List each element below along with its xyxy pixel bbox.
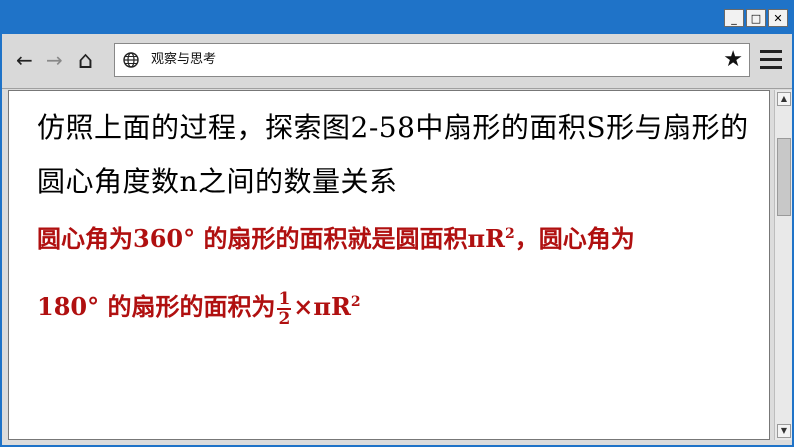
window-controls: _ □ ✕ (724, 9, 788, 27)
title-bar[interactable]: _ □ ✕ (2, 2, 792, 34)
question-line-1: 仿照上面的过程，探索图2-58中扇形的面积S形与扇形的 (37, 111, 749, 144)
answer-text-tail: ，圆心角为 (514, 224, 635, 253)
scroll-up-icon[interactable]: ▲ (777, 92, 791, 106)
back-arrow-icon[interactable]: ← (16, 48, 33, 72)
globe-icon (123, 52, 139, 68)
superscript: 2 (504, 226, 515, 242)
star-icon[interactable]: ★ (723, 47, 743, 73)
question-line-2: 圆心角度数n之间的数量关系 (37, 165, 398, 198)
fraction-numerator: 1 (277, 288, 292, 310)
vertical-scrollbar[interactable]: ▲ ▼ (774, 90, 792, 440)
menu-bar (760, 58, 782, 61)
answer-line-1: 圆心角为360° 的扇形的面积就是圆面积πR2，圆心角为 (37, 219, 761, 254)
scroll-thumb[interactable] (777, 138, 791, 216)
browser-toolbar: ← → ⌂ 观察与思考 ★ (2, 34, 792, 89)
forward-arrow-icon[interactable]: → (46, 48, 63, 72)
scroll-down-icon[interactable]: ▼ (777, 424, 791, 438)
hamburger-menu-icon[interactable] (760, 50, 782, 70)
close-button[interactable]: ✕ (768, 9, 788, 27)
url-text[interactable]: 观察与思考 (151, 52, 216, 68)
superscript: 2 (350, 294, 361, 310)
browser-window: _ □ ✕ ← → ⌂ 观察与思考 ★ 仿照上面的过程，探索图2-58中扇形的面… (0, 0, 794, 447)
maximize-button[interactable]: □ (746, 9, 766, 27)
minimize-button[interactable]: _ (724, 9, 744, 27)
fraction-denominator: 2 (278, 308, 291, 329)
home-icon[interactable]: ⌂ (78, 48, 93, 72)
menu-bar (760, 50, 782, 53)
address-bar[interactable]: 观察与思考 ★ (114, 43, 750, 77)
answer-text: 圆心角为360° 的扇形的面积就是圆面积πR (37, 224, 505, 253)
answer-text-tail: ×πR (293, 292, 351, 321)
menu-bar (760, 66, 782, 69)
answer-text: 180° 的扇形的面积为 (37, 292, 276, 321)
answer-line-2: 180° 的扇形的面积为 1 2 ×πR2 (37, 287, 761, 328)
fraction: 12 (277, 288, 292, 329)
page-content: 仿照上面的过程，探索图2-58中扇形的面积S形与扇形的 圆心角度数n之间的数量关… (8, 90, 770, 440)
